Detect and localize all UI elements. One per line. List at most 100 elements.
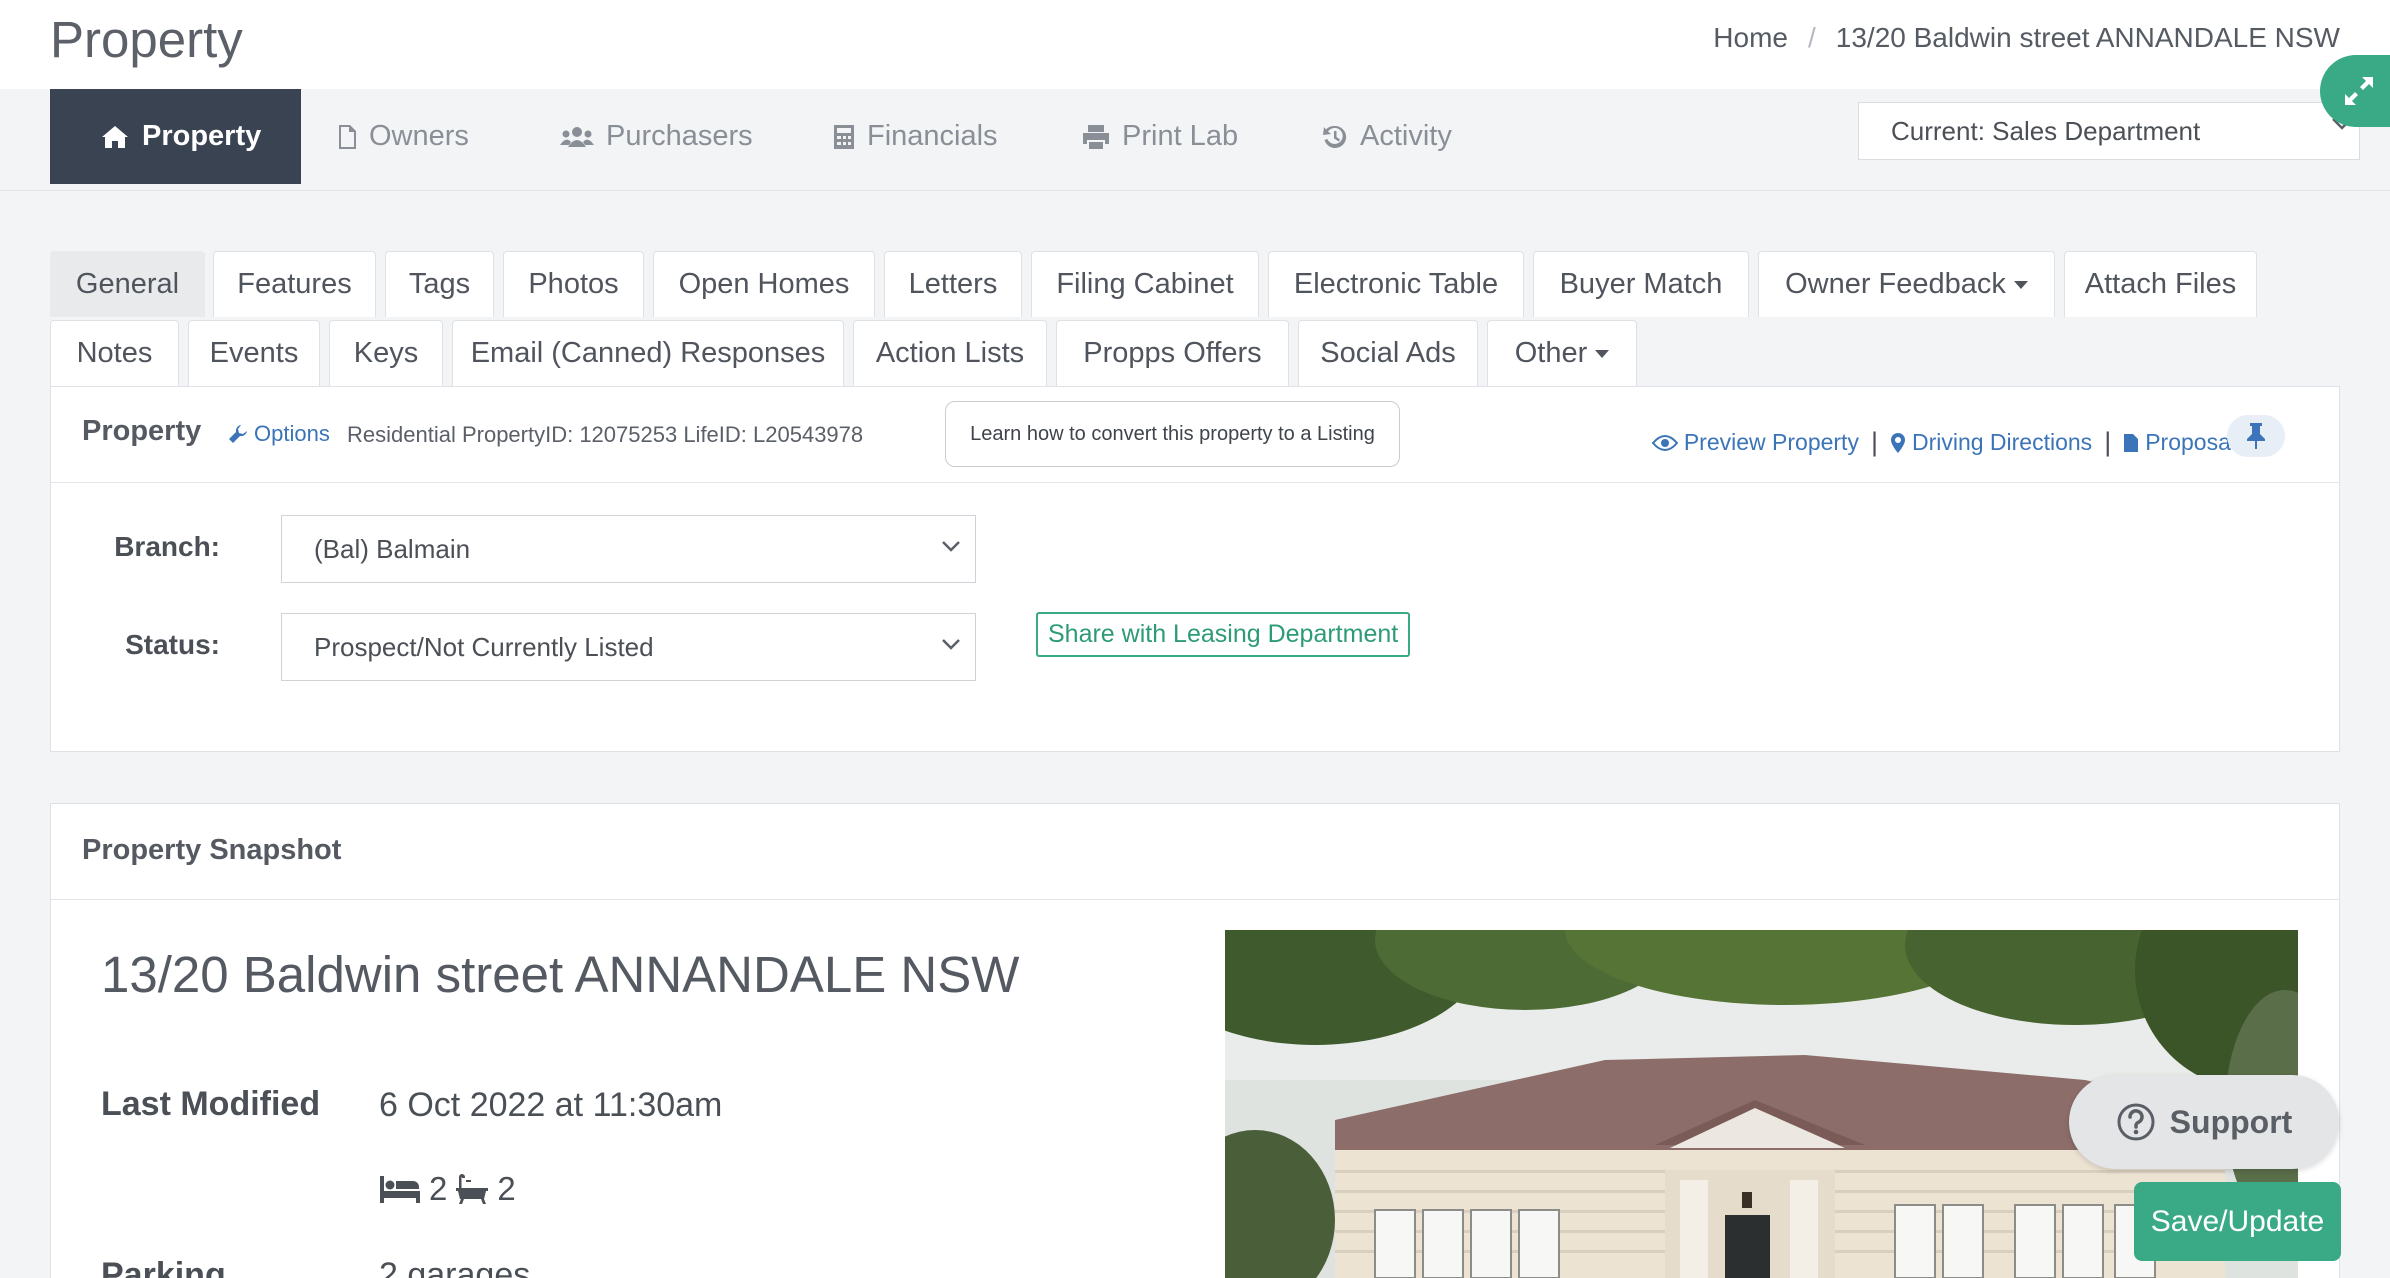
subtab-label: General xyxy=(75,268,180,300)
support-label: Support xyxy=(2169,1103,2293,1140)
subtab-label: Email (Canned) Responses xyxy=(470,337,826,369)
subtab-attach-files[interactable]: Attach Files xyxy=(2064,251,2257,317)
breadcrumb: Home / 13/20 Baldwin street ANNANDALE NS… xyxy=(1713,22,2340,54)
subtab-electronic-table[interactable]: Electronic Table xyxy=(1268,251,1524,317)
bathroom-count: 2 xyxy=(497,1170,516,1207)
subtab-label: Photos xyxy=(528,268,619,300)
subtab-social-ads[interactable]: Social Ads xyxy=(1298,320,1478,386)
subtab-label: Attach Files xyxy=(2084,268,2237,300)
subtab-owner-feedback[interactable]: Owner Feedback xyxy=(1758,251,2055,317)
nav-tab-financials[interactable]: Financials xyxy=(833,89,998,184)
nav-tab-purchasers[interactable]: Purchasers xyxy=(560,89,753,184)
chevron-down-icon xyxy=(942,639,960,650)
subtab-events[interactable]: Events xyxy=(188,320,320,386)
save-update-label: Save/Update xyxy=(2150,1204,2325,1238)
breadcrumb-home-link[interactable]: Home xyxy=(1713,22,1788,54)
subtab-open-homes[interactable]: Open Homes xyxy=(653,251,875,317)
options-link[interactable]: Options xyxy=(228,421,330,447)
eye-icon xyxy=(1651,434,1678,451)
wrench-icon xyxy=(229,425,247,443)
subtab-label: Tags xyxy=(408,268,471,300)
printer-icon xyxy=(1083,124,1109,149)
breadcrumb-current: 13/20 Baldwin street ANNANDALE NSW xyxy=(1835,22,2340,53)
nav-tab-activity[interactable]: Activity xyxy=(1322,89,1452,184)
subtab-label: Events xyxy=(209,337,299,369)
subtab-buyer-match[interactable]: Buyer Match xyxy=(1533,251,1749,317)
last-modified-value: 6 Oct 2022 at 11:30am xyxy=(379,1086,723,1124)
subtab-label: Electronic Table xyxy=(1293,268,1499,300)
last-modified-label: Last Modified xyxy=(101,1085,321,1123)
expand-icon xyxy=(2345,77,2373,105)
property-panel-header: Property Options Residential PropertyID:… xyxy=(51,387,2339,483)
subtab-keys[interactable]: Keys xyxy=(329,320,443,386)
nav-tab-owners[interactable]: Owners xyxy=(337,89,469,184)
caret-down-icon xyxy=(2013,280,2028,289)
chevron-down-icon xyxy=(942,541,960,552)
subtab-photos[interactable]: Photos xyxy=(503,251,644,317)
driving-directions-label: Driving Directions xyxy=(1911,429,2093,455)
subtab-label: Propps Offers xyxy=(1083,337,1262,369)
subtab-label: Letters xyxy=(908,268,998,300)
pin-button[interactable] xyxy=(2227,415,2285,457)
subtab-email-canned-responses[interactable]: Email (Canned) Responses xyxy=(452,320,844,386)
snapshot-panel-header: Property Snapshot xyxy=(51,804,2339,900)
proposal-label: Proposal xyxy=(2145,429,2236,455)
subtab-action-lists[interactable]: Action Lists xyxy=(853,320,1047,386)
nav-tab-property[interactable]: Property xyxy=(50,89,302,184)
subtab-label: Notes xyxy=(76,337,153,369)
snapshot-title: Property Snapshot xyxy=(82,834,342,866)
question-circle-icon xyxy=(2117,1103,2155,1141)
proposal-link[interactable]: Proposal xyxy=(2123,429,2236,456)
subtab-general[interactable]: General xyxy=(50,251,205,317)
users-icon xyxy=(560,126,594,147)
subtab-notes[interactable]: Notes xyxy=(50,320,179,386)
status-select-value: Prospect/Not Currently Listed xyxy=(314,631,654,662)
nav-tab-label: Financials xyxy=(867,120,998,152)
bedroom-count: 2 xyxy=(429,1170,448,1207)
nav-tab-label: Owners xyxy=(369,120,469,152)
calculator-icon xyxy=(834,124,854,149)
learn-convert-button[interactable]: Learn how to convert this property to a … xyxy=(945,401,1400,467)
file-icon xyxy=(339,124,356,149)
bath-icon xyxy=(456,1174,489,1204)
driving-directions-link[interactable]: Driving Directions xyxy=(1890,429,2092,456)
subtab-label: Action Lists xyxy=(875,337,1025,369)
thumbtack-icon xyxy=(2247,423,2265,449)
preview-property-link[interactable]: Preview Property xyxy=(1651,429,1859,456)
subtab-label: Open Homes xyxy=(678,268,850,300)
branch-select-value: (Bal) Balmain xyxy=(314,533,471,564)
room-counts: 2 2 xyxy=(379,1170,516,1208)
nav-tab-print-lab[interactable]: Print Lab xyxy=(1082,89,1238,184)
file-icon xyxy=(2124,433,2139,452)
save-update-button[interactable]: Save/Update xyxy=(2134,1182,2341,1261)
map-marker-icon xyxy=(1890,432,1905,453)
link-separator: | xyxy=(2104,427,2112,457)
support-button[interactable]: Support xyxy=(2069,1075,2339,1169)
status-select[interactable]: Prospect/Not Currently Listed xyxy=(281,613,976,681)
subtab-letters[interactable]: Letters xyxy=(884,251,1022,317)
preview-property-label: Preview Property xyxy=(1683,429,1859,455)
bed-icon xyxy=(380,1176,420,1203)
property-panel-title: Property xyxy=(82,415,202,447)
branch-label: Branch: xyxy=(114,531,220,562)
header-links: Preview Property | Driving Directions | … xyxy=(1651,427,2255,458)
branch-select[interactable]: (Bal) Balmain xyxy=(281,515,976,583)
subtab-propps-offers[interactable]: Propps Offers xyxy=(1056,320,1289,386)
nav-tab-label: Activity xyxy=(1360,120,1452,152)
page-header: Property Home / 13/20 Baldwin street ANN… xyxy=(0,0,2390,89)
subtab-tags[interactable]: Tags xyxy=(385,251,494,317)
subtab-features[interactable]: Features xyxy=(213,251,376,317)
breadcrumb-separator: / xyxy=(1808,22,1816,53)
link-separator: | xyxy=(1870,427,1878,457)
subtab-label: Buyer Match xyxy=(1559,268,1723,300)
subtab-label: Social Ads xyxy=(1320,337,1456,369)
subtab-filing-cabinet[interactable]: Filing Cabinet xyxy=(1031,251,1259,317)
subtab-other[interactable]: Other xyxy=(1487,320,1637,386)
history-icon xyxy=(1323,125,1347,148)
top-nav: Property Owners Purchasers Financials Pr… xyxy=(0,89,2390,191)
share-leasing-button[interactable]: Share with Leasing Department xyxy=(1036,612,1411,657)
subtab-label: Other xyxy=(1514,337,1588,369)
expand-button[interactable] xyxy=(2320,55,2390,127)
learn-convert-label: Learn how to convert this property to a … xyxy=(970,422,1375,445)
department-select[interactable]: Current: Sales Department xyxy=(1858,102,2360,160)
